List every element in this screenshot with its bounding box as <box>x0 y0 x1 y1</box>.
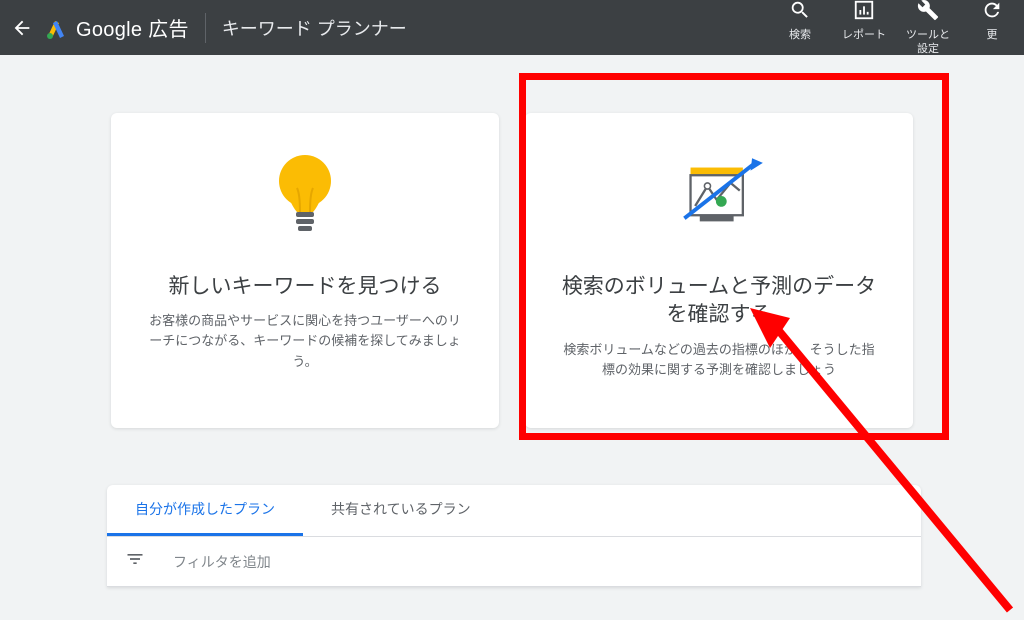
card-find-keywords[interactable]: 新しいキーワードを見つける お客様の商品やサービスに関心を持つユーザーへのリーチ… <box>111 113 499 428</box>
filter-icon <box>125 549 145 574</box>
brand-name: Google 広告 <box>76 13 189 42</box>
more-action[interactable]: 更 <box>970 0 1014 43</box>
main-content: 新しいキーワードを見つける お客様の商品やサービスに関心を持つユーザーへのリーチ… <box>0 55 1024 428</box>
more-label: 更 <box>987 29 998 42</box>
tools-settings-label: ツールと 設定 <box>906 29 950 55</box>
bar-chart-icon <box>853 0 875 26</box>
search-label: 検索 <box>789 29 811 42</box>
google-ads-logo-icon <box>44 16 68 40</box>
refresh-icon <box>981 0 1003 26</box>
plans-panel: 自分が作成したプラン 共有されているプラン フィルタを追加 <box>107 485 921 587</box>
tabs-row: 自分が作成したプラン 共有されているプラン <box>107 485 921 537</box>
tab-shared-plans[interactable]: 共有されているプラン <box>303 485 499 536</box>
header-divider <box>205 13 206 43</box>
filter-row[interactable]: フィルタを追加 <box>107 537 921 587</box>
brand-block[interactable]: Google 広告 <box>44 13 189 42</box>
search-icon <box>789 0 811 26</box>
card-search-volume[interactable]: 検索のボリュームと予測のデータを確認する 検索ボリュームなどの過去の指標のほか、… <box>525 113 913 428</box>
tools-settings-action[interactable]: ツールと 設定 <box>906 0 950 56</box>
card-volume-desc: 検索ボリュームなどの過去の指標のほか、そうした指標の効果に関する予測を確認しまし… <box>559 340 879 380</box>
page-title: キーワード プランナー <box>222 15 407 41</box>
lightbulb-icon <box>255 141 355 251</box>
tab-my-plans[interactable]: 自分が作成したプラン <box>107 485 303 536</box>
chart-forecast-icon <box>669 141 769 251</box>
reports-label: レポート <box>842 29 886 42</box>
card-volume-title: 検索のボリュームと予測のデータを確認する <box>559 273 879 330</box>
back-button[interactable] <box>10 16 34 40</box>
app-header: Google 広告 キーワード プランナー 検索 レポート ツールと 設定 更 <box>0 0 1024 55</box>
add-filter-text: フィルタを追加 <box>173 552 271 572</box>
card-find-title: 新しいキーワードを見つける <box>169 273 442 301</box>
card-find-desc: お客様の商品やサービスに関心を持つユーザーへのリーチにつながる、キーワードの候補… <box>145 311 465 371</box>
wrench-icon <box>917 0 939 26</box>
header-actions: 検索 レポート ツールと 設定 更 <box>778 0 1014 56</box>
search-action[interactable]: 検索 <box>778 0 822 43</box>
reports-action[interactable]: レポート <box>842 0 886 43</box>
